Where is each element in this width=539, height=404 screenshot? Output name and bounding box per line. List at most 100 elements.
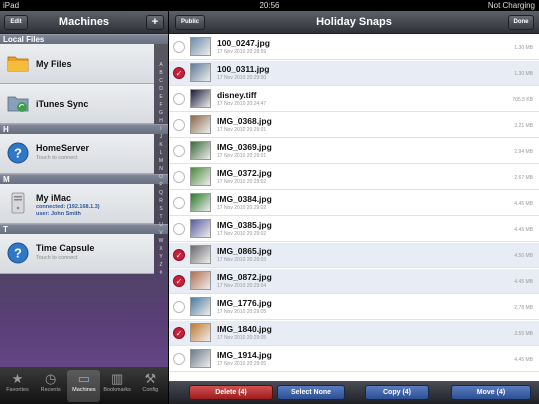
- tab-config[interactable]: ⚒ Config: [134, 370, 167, 402]
- file-date: 17 Nov 2010 20:29:05: [217, 335, 267, 341]
- index-letter[interactable]: I: [156, 125, 166, 133]
- unchecked-checkbox[interactable]: [173, 301, 185, 313]
- machine-row[interactable]: iTunes Sync: [0, 84, 154, 124]
- unchecked-checkbox[interactable]: [173, 93, 185, 105]
- index-letter[interactable]: H: [156, 117, 166, 125]
- photo-thumbnail: [190, 167, 211, 186]
- section-header: Local Files: [0, 34, 168, 44]
- unchecked-checkbox[interactable]: [173, 353, 185, 365]
- index-letter[interactable]: V: [156, 229, 166, 237]
- file-date: 17 Nov 2010 20:29:01: [217, 153, 267, 159]
- tab-bookmarks[interactable]: ▥ Bookmarks: [101, 370, 134, 402]
- clock: 20:56: [259, 1, 280, 10]
- photo-thumbnail: [190, 323, 211, 342]
- index-letter[interactable]: X: [156, 245, 166, 253]
- section-header: T: [0, 224, 168, 234]
- index-letter[interactable]: #: [156, 269, 166, 277]
- index-letter[interactable]: N: [156, 165, 166, 173]
- file-row[interactable]: IMG_0384.jpg 17 Nov 2010 20:29:02 4.45 MB: [169, 191, 539, 216]
- config-icon: ⚒: [144, 371, 157, 386]
- machine-row[interactable]: My Files: [0, 44, 154, 84]
- tab-machines[interactable]: ▭ Machines: [67, 370, 101, 402]
- unchecked-checkbox[interactable]: [173, 197, 185, 209]
- file-row[interactable]: 100_0247.jpg 17 Nov 2010 20:28:59 1.30 MB: [169, 35, 539, 60]
- machine-name: Time Capsule: [36, 243, 95, 253]
- file-row[interactable]: IMG_1776.jpg 17 Nov 2010 20:29:05 2.78 MB: [169, 295, 539, 320]
- file-size: 4.45 MB: [514, 279, 533, 285]
- question-icon: ?: [7, 142, 29, 164]
- itunes-sync-icon: [7, 92, 29, 114]
- file-size: 4.50 MB: [514, 253, 533, 259]
- index-letter[interactable]: Y: [156, 253, 166, 261]
- index-letter[interactable]: D: [156, 85, 166, 93]
- index-letter[interactable]: J: [156, 133, 166, 141]
- file-row[interactable]: IMG_0368.jpg 17 Nov 2010 20:29:01 3.21 MB: [169, 113, 539, 138]
- machine-list: Local Files My Files iTunes Sync H ? HomeServ…: [0, 34, 168, 274]
- section-index[interactable]: A B C D E F G H I J K L M N O P Q R S T U V W X Y Z #: [156, 61, 166, 277]
- index-letter[interactable]: E: [156, 93, 166, 101]
- machine-name: iTunes Sync: [36, 99, 89, 109]
- checked-checkbox[interactable]: ✓: [173, 327, 185, 339]
- index-letter[interactable]: R: [156, 197, 166, 205]
- unchecked-checkbox[interactable]: [173, 171, 185, 183]
- file-name: IMG_0369.jpg: [217, 142, 272, 152]
- machines-navbar: Edit Machines +: [0, 11, 168, 34]
- index-letter[interactable]: Z: [156, 261, 166, 269]
- file-row[interactable]: ✓ 100_0311.jpg 17 Nov 2010 20:29:00 1.30 MB: [169, 61, 539, 86]
- done-button[interactable]: Done: [508, 15, 534, 30]
- file-name: IMG_0368.jpg: [217, 116, 272, 126]
- index-letter[interactable]: S: [156, 205, 166, 213]
- tab-favorites[interactable]: ★ Favorites: [1, 370, 34, 402]
- file-row[interactable]: IMG_0385.jpg 17 Nov 2010 20:29:02 4.45 MB: [169, 217, 539, 242]
- index-letter[interactable]: T: [156, 213, 166, 221]
- checked-checkbox[interactable]: ✓: [173, 275, 185, 287]
- file-row[interactable]: ✓ IMG_0872.jpg 17 Nov 2010 20:29:04 4.45 MB: [169, 269, 539, 294]
- file-row[interactable]: disney.tiff 17 Nov 2010 20:24:47 705.5 KB: [169, 87, 539, 112]
- machine-name: My Files: [36, 59, 72, 69]
- file-row[interactable]: ✓ IMG_0865.jpg 17 Nov 2010 20:29:03 4.50 MB: [169, 243, 539, 268]
- index-letter[interactable]: C: [156, 77, 166, 85]
- file-row[interactable]: IMG_1914.jpg 17 Nov 2010 20:29:05 4.45 MB: [169, 347, 539, 372]
- index-letter[interactable]: A: [156, 61, 166, 69]
- file-date: 17 Nov 2010 20:29:02: [217, 205, 267, 211]
- machines-title: Machines: [58, 16, 110, 28]
- file-date: 17 Nov 2010 20:29:05: [217, 361, 267, 367]
- copy-button[interactable]: Copy (4): [365, 385, 429, 400]
- delete-button[interactable]: Delete (4): [189, 385, 273, 400]
- index-letter[interactable]: B: [156, 69, 166, 77]
- index-letter[interactable]: K: [156, 141, 166, 149]
- file-size: 1.30 MB: [514, 45, 533, 51]
- file-row[interactable]: IMG_0369.jpg 17 Nov 2010 20:29:01 2.94 MB: [169, 139, 539, 164]
- select-none-button[interactable]: Select None: [277, 385, 345, 400]
- index-letter[interactable]: Q: [156, 189, 166, 197]
- checked-checkbox[interactable]: ✓: [173, 249, 185, 261]
- file-row[interactable]: ✓ IMG_1840.jpg 17 Nov 2010 20:29:05 3.55 MB: [169, 321, 539, 346]
- add-machine-button[interactable]: +: [146, 15, 164, 30]
- index-letter[interactable]: U: [156, 221, 166, 229]
- photo-thumbnail: [190, 37, 211, 56]
- checked-checkbox[interactable]: ✓: [173, 67, 185, 79]
- file-size: 4.45 MB: [514, 201, 533, 207]
- move-button[interactable]: Move (4): [451, 385, 531, 400]
- index-letter[interactable]: P: [156, 181, 166, 189]
- index-letter[interactable]: M: [156, 157, 166, 165]
- file-size: 705.5 KB: [512, 97, 533, 103]
- index-letter[interactable]: G: [156, 109, 166, 117]
- machine-row[interactable]: ? HomeServer Touch to connect: [0, 134, 154, 174]
- unchecked-checkbox[interactable]: [173, 41, 185, 53]
- index-letter[interactable]: L: [156, 149, 166, 157]
- file-date: 17 Nov 2010 20:29:03: [217, 257, 267, 263]
- unchecked-checkbox[interactable]: [173, 145, 185, 157]
- machine-row[interactable]: ? Time Capsule Touch to connect: [0, 234, 154, 274]
- index-letter[interactable]: O: [156, 173, 166, 181]
- unchecked-checkbox[interactable]: [173, 119, 185, 131]
- machine-row[interactable]: My iMac connected: (192.168.1.3) user: Joh…: [0, 184, 154, 224]
- unchecked-checkbox[interactable]: [173, 223, 185, 235]
- tab-recents[interactable]: ◷ Recents: [34, 370, 67, 402]
- file-name: IMG_0872.jpg: [217, 272, 272, 282]
- machines-panel: Edit Machines + Local Files My Files iTune…: [0, 11, 168, 404]
- file-row[interactable]: IMG_0372.jpg 17 Nov 2010 20:29:02 2.67 MB: [169, 165, 539, 190]
- index-letter[interactable]: F: [156, 101, 166, 109]
- index-letter[interactable]: W: [156, 237, 166, 245]
- file-name: IMG_0385.jpg: [217, 220, 272, 230]
